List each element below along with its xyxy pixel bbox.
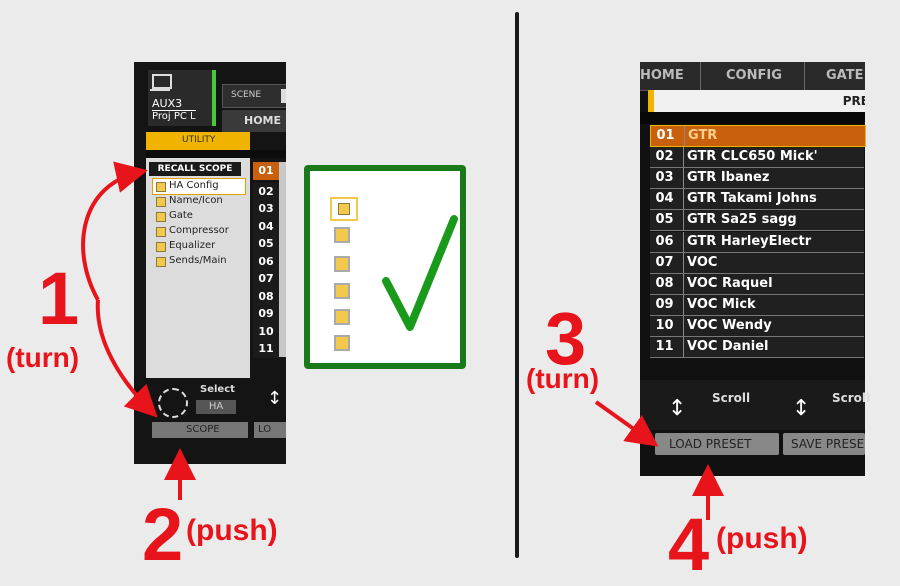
step4-number: 4 (668, 503, 710, 586)
step4-note: (push) (716, 522, 808, 555)
step2-note: (push) (186, 514, 278, 547)
step2-number: 2 (142, 493, 184, 576)
step1-note: (turn) (6, 342, 80, 373)
step3-note: (turn) (526, 363, 600, 394)
arrow-step1-down (95, 299, 158, 418)
step1-number: 1 (38, 257, 80, 340)
annotation-arrows (81, 161, 724, 520)
arrow-step3 (594, 400, 659, 447)
arrow-step1-up (81, 161, 148, 301)
